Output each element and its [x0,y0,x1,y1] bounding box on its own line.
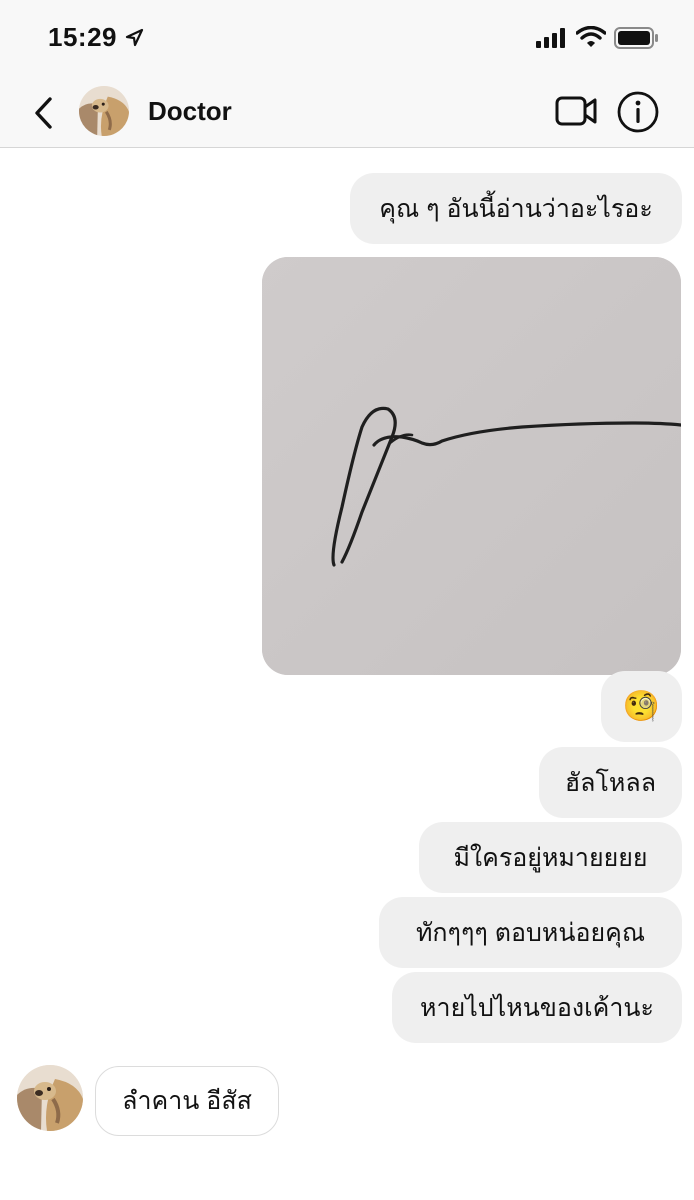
message-bubble-outgoing[interactable]: หายไปไหนของเค้านะ [392,972,682,1043]
message-bubble-emoji[interactable]: 🧐 [601,671,682,742]
video-call-icon[interactable] [554,92,598,130]
back-chevron-icon[interactable] [30,94,58,132]
contact-avatar[interactable] [79,86,129,136]
message-bubble-outgoing[interactable]: มีใครอยู่หมายยยย [419,822,682,893]
dog-avatar-image [17,1065,83,1131]
message-bubble-outgoing[interactable]: ทักๆๆๆ ตอบหน่อยคุณ [379,897,682,968]
battery-icon [614,27,658,49]
chat-header: Doctor [0,78,694,148]
message-bubble-outgoing[interactable]: ฮัลโหลล [539,747,682,818]
message-bubble-incoming[interactable]: ลำคาน อีสัส [95,1066,279,1136]
message-photo[interactable] [262,257,681,675]
signature-drawing [262,257,681,675]
status-bar: 15:29 [0,0,694,78]
wifi-icon [576,26,606,47]
message-bubble-outgoing[interactable]: คุณ ๆ อันนี้อ่านว่าอะไรอะ [350,173,682,244]
contact-name[interactable]: Doctor [148,96,232,127]
contact-avatar-incoming[interactable] [17,1065,83,1131]
info-icon[interactable] [616,90,660,134]
status-time: 15:29 [48,22,117,52]
signal-icon [536,28,565,48]
dog-avatar-image [79,86,129,136]
location-arrow-icon [125,28,144,47]
